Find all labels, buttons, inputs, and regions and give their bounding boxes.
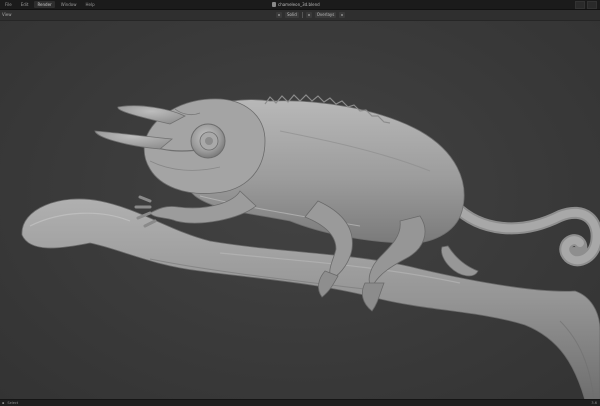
window-title-text: chameleon_3d.blend [278, 2, 320, 7]
file-icon [272, 2, 276, 7]
maximize-button[interactable] [587, 1, 597, 9]
title-bar: File Edit Render Window Help chameleon_3… [0, 0, 600, 10]
version-label: 3.6 [591, 401, 597, 405]
3d-viewport[interactable] [0, 21, 600, 400]
status-text: Select [7, 401, 19, 405]
viewport-header: View Solid Overlays [0, 10, 600, 21]
tail [449, 200, 600, 267]
status-left: ▪ Select [2, 400, 18, 406]
overlay-icon[interactable] [305, 12, 312, 18]
menu-bar: File Edit Render Window Help [2, 1, 98, 8]
chameleon-model [21, 94, 600, 400]
menu-help[interactable]: Help [82, 1, 97, 8]
menu-file[interactable]: File [2, 1, 15, 8]
toolbar-divider [301, 12, 303, 18]
status-bar: ▪ Select 3.6 [0, 399, 600, 406]
menu-window[interactable]: Window [58, 1, 80, 8]
window-controls [575, 1, 597, 9]
eye [190, 123, 226, 159]
shading-dropdown[interactable]: Solid [285, 12, 299, 18]
view-menu[interactable]: View [2, 12, 12, 17]
viewport-tools: Solid Overlays [276, 12, 346, 18]
minimize-button[interactable] [575, 1, 585, 9]
menu-render[interactable]: Render [34, 1, 55, 8]
overlay-dropdown[interactable]: Overlays [314, 12, 337, 18]
menu-edit[interactable]: Edit [18, 1, 32, 8]
mouse-icon: ▪ [2, 401, 5, 405]
cursor-icon[interactable] [276, 12, 282, 18]
window-title: chameleon_3d.blend [272, 1, 320, 8]
gizmo-icon[interactable] [339, 12, 346, 18]
